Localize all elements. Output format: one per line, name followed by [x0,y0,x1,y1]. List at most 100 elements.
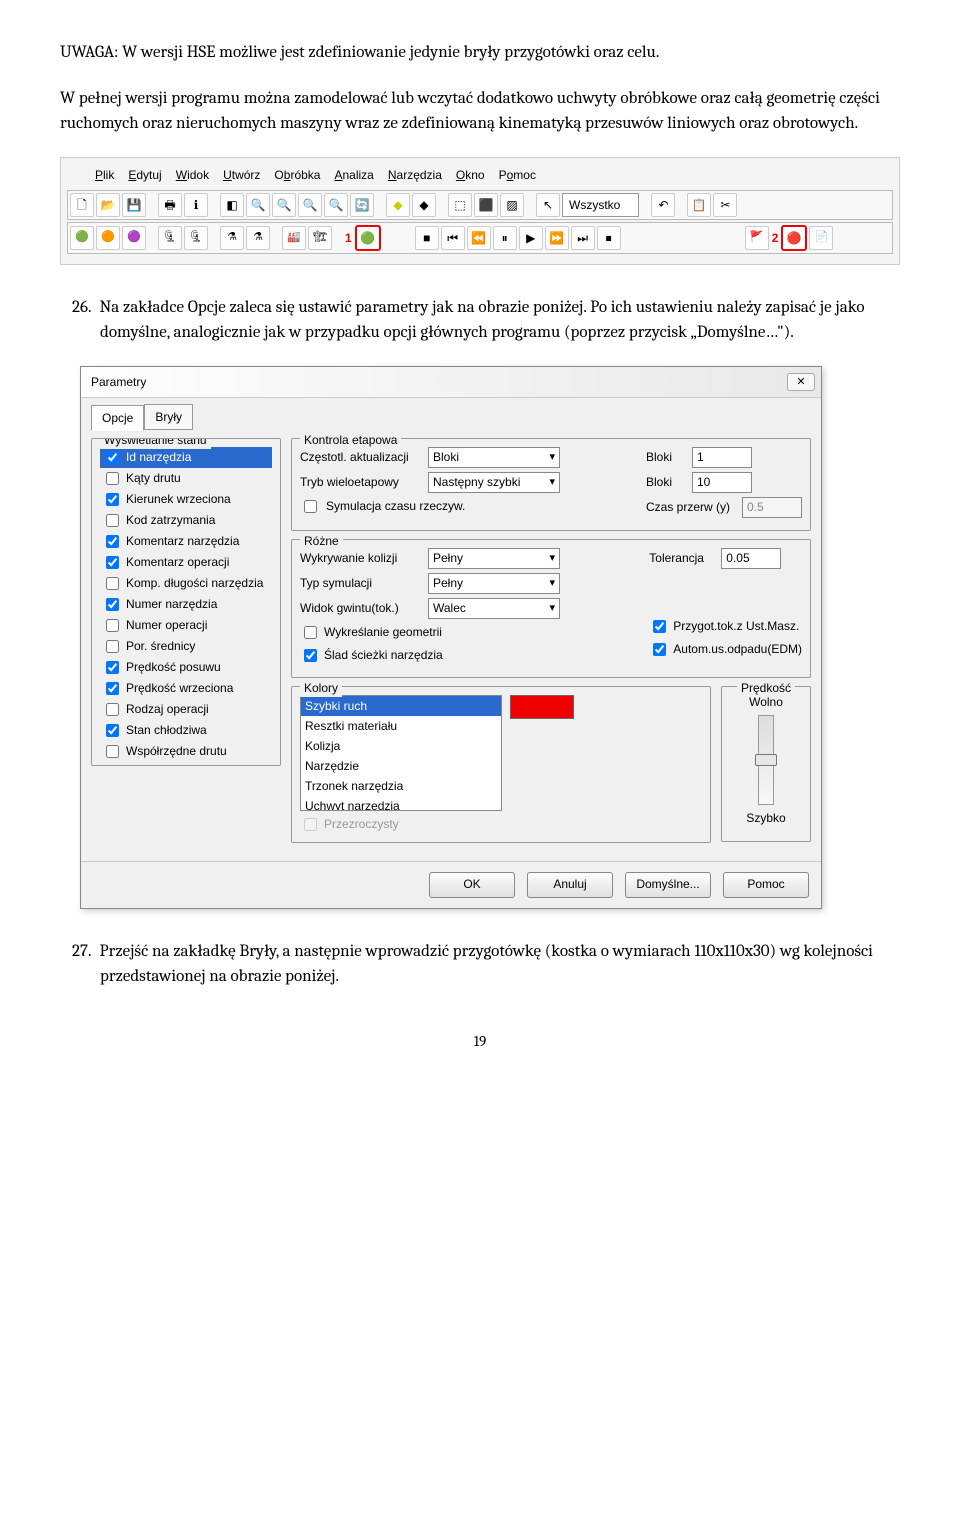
undo-icon[interactable]: ↶ [651,193,675,217]
play-icon[interactable]: ▶ [519,226,543,250]
status-checkbox[interactable] [106,619,119,632]
tool1-icon[interactable]: ⚗ [220,226,244,250]
rotate-icon[interactable]: 🔄 [350,193,374,217]
color-list-item[interactable]: Resztki materiału [301,716,501,736]
ok-button[interactable]: OK [429,872,515,898]
zoom-fit-icon[interactable]: 🔍 [324,193,348,217]
status-checkbox[interactable] [106,472,119,485]
zoom-icon[interactable]: 🔍 [298,193,322,217]
status-checkbox[interactable] [106,556,119,569]
new-icon[interactable]: 🗋 [70,193,94,217]
help-button[interactable]: Pomoc [723,872,809,898]
status-item[interactable]: Współrzędne narzędzia [100,762,272,766]
status-checkbox[interactable] [106,703,119,716]
tab-opcje[interactable]: Opcje [91,405,144,431]
zoom-out-icon[interactable]: 🔍 [272,193,296,217]
status-checkbox[interactable] [106,451,119,464]
cut-icon[interactable]: ✂ [713,193,737,217]
highlighted-button-1[interactable]: 🟢 [355,225,381,251]
paste-icon[interactable]: 📋 [687,193,711,217]
tab-bryly[interactable]: Bryły [144,404,193,430]
doc-icon[interactable]: 📄 [809,226,833,250]
machine2-icon[interactable]: 🏗 [308,226,332,250]
end-icon[interactable]: ⏹ [597,226,621,250]
status-item[interactable]: Prędkość wrzeciona [100,678,272,699]
menu-item[interactable]: Plik [95,166,114,184]
status-checkbox[interactable] [106,745,119,758]
menu-item[interactable]: Narzędzia [388,166,442,184]
status-item[interactable]: Komentarz operacji [100,552,272,573]
c3-check[interactable] [653,620,666,633]
stop-icon[interactable]: ■ [415,226,439,250]
wykrywanie-combo[interactable]: Pełny [428,548,560,569]
clamp1-icon[interactable]: 🗜 [158,226,182,250]
status-item[interactable]: Rodzaj operacji [100,699,272,720]
status-checkbox[interactable] [106,514,119,527]
status-item[interactable]: Komp. długości narzędzia [100,573,272,594]
open-icon[interactable]: 📂 [96,193,120,217]
tool2-icon[interactable]: ⚗ [246,226,270,250]
filter-dropdown[interactable]: Wszystko [562,193,639,217]
c1-check[interactable] [304,626,317,639]
cube-solid-icon[interactable]: ⬛ [474,193,498,217]
czestotl-combo[interactable]: Bloki [428,447,560,468]
cube-semi-icon[interactable]: ▨ [500,193,524,217]
info-icon[interactable]: ℹ [184,193,208,217]
status-item[interactable]: Id narzędzia [100,447,272,468]
obj1-icon[interactable]: 🟢 [70,226,94,250]
colors-list[interactable]: Szybki ruchResztki materiałuKolizjaNarzę… [300,695,502,811]
color-list-item[interactable]: Narzędzie [301,756,501,776]
status-item[interactable]: Prędkość posuwu [100,657,272,678]
status-item[interactable]: Stan chłodziwa [100,720,272,741]
status-item[interactable]: Kierunek wrzeciona [100,489,272,510]
menu-item[interactable]: Analiza [334,166,373,184]
bloki1-input[interactable]: 1 [692,447,752,468]
status-item[interactable]: Numer operacji [100,615,272,636]
symulacja-checkbox[interactable] [304,500,317,513]
status-checkbox[interactable] [106,661,119,674]
status-item[interactable]: Współrzędne drutu [100,741,272,762]
erase-icon[interactable]: ◧ [220,193,244,217]
menu-item[interactable]: Edytuj [128,166,161,184]
status-item[interactable]: Numer narzędzia [100,594,272,615]
highlighted-button-2[interactable]: 🔴 [781,225,807,251]
status-checkbox[interactable] [106,682,119,695]
next-icon[interactable]: ⏩ [545,226,569,250]
pause-icon[interactable]: ⏸ [493,226,517,250]
color-list-item[interactable]: Szybki ruch [301,696,501,716]
defaults-button[interactable]: Domyślne... [625,872,711,898]
menu-item[interactable]: Utwórz [223,166,260,184]
flag1-icon[interactable]: 🚩 [745,226,769,250]
menu-item[interactable]: Pomoc [499,166,536,184]
c4-check[interactable] [653,643,666,656]
c2-check[interactable] [304,649,317,662]
color-list-item[interactable]: Trzonek narzędzia [301,776,501,796]
typ-combo[interactable]: Pełny [428,573,560,594]
bloki2-input[interactable]: 10 [692,472,752,493]
status-checkbox[interactable] [106,577,119,590]
color-list-item[interactable]: Uchwyt narzędzia [301,796,501,811]
status-item[interactable]: Kąty drutu [100,468,272,489]
prev-icon[interactable]: ⏪ [467,226,491,250]
status-checkbox[interactable] [106,493,119,506]
machine1-icon[interactable]: 🏭 [282,226,306,250]
color-swatch[interactable] [510,695,574,719]
clamp2-icon[interactable]: 🗜 [184,226,208,250]
cursor-icon[interactable]: ↖ [536,193,560,217]
cube-yellow-icon[interactable]: ◆ [386,193,410,217]
status-checkbox[interactable] [106,724,119,737]
slider-thumb[interactable] [755,754,777,766]
obj3-icon[interactable]: 🟣 [122,226,146,250]
cube-gray-icon[interactable]: ◆ [412,193,436,217]
first-icon[interactable]: ⏮ [441,226,465,250]
last-icon[interactable]: ⏭ [571,226,595,250]
obj2-icon[interactable]: 🟠 [96,226,120,250]
color-list-item[interactable]: Kolizja [301,736,501,756]
status-item[interactable]: Komentarz narzędzia [100,531,272,552]
zoom-in-icon[interactable]: 🔍 [246,193,270,217]
print-icon[interactable]: 🖶 [158,193,182,217]
status-item[interactable]: Kod zatrzymania [100,510,272,531]
tolerancja-input[interactable]: 0.05 [721,548,781,569]
menu-item[interactable]: Obróbka [274,166,320,184]
tryb-combo[interactable]: Następny szybki [428,472,560,493]
